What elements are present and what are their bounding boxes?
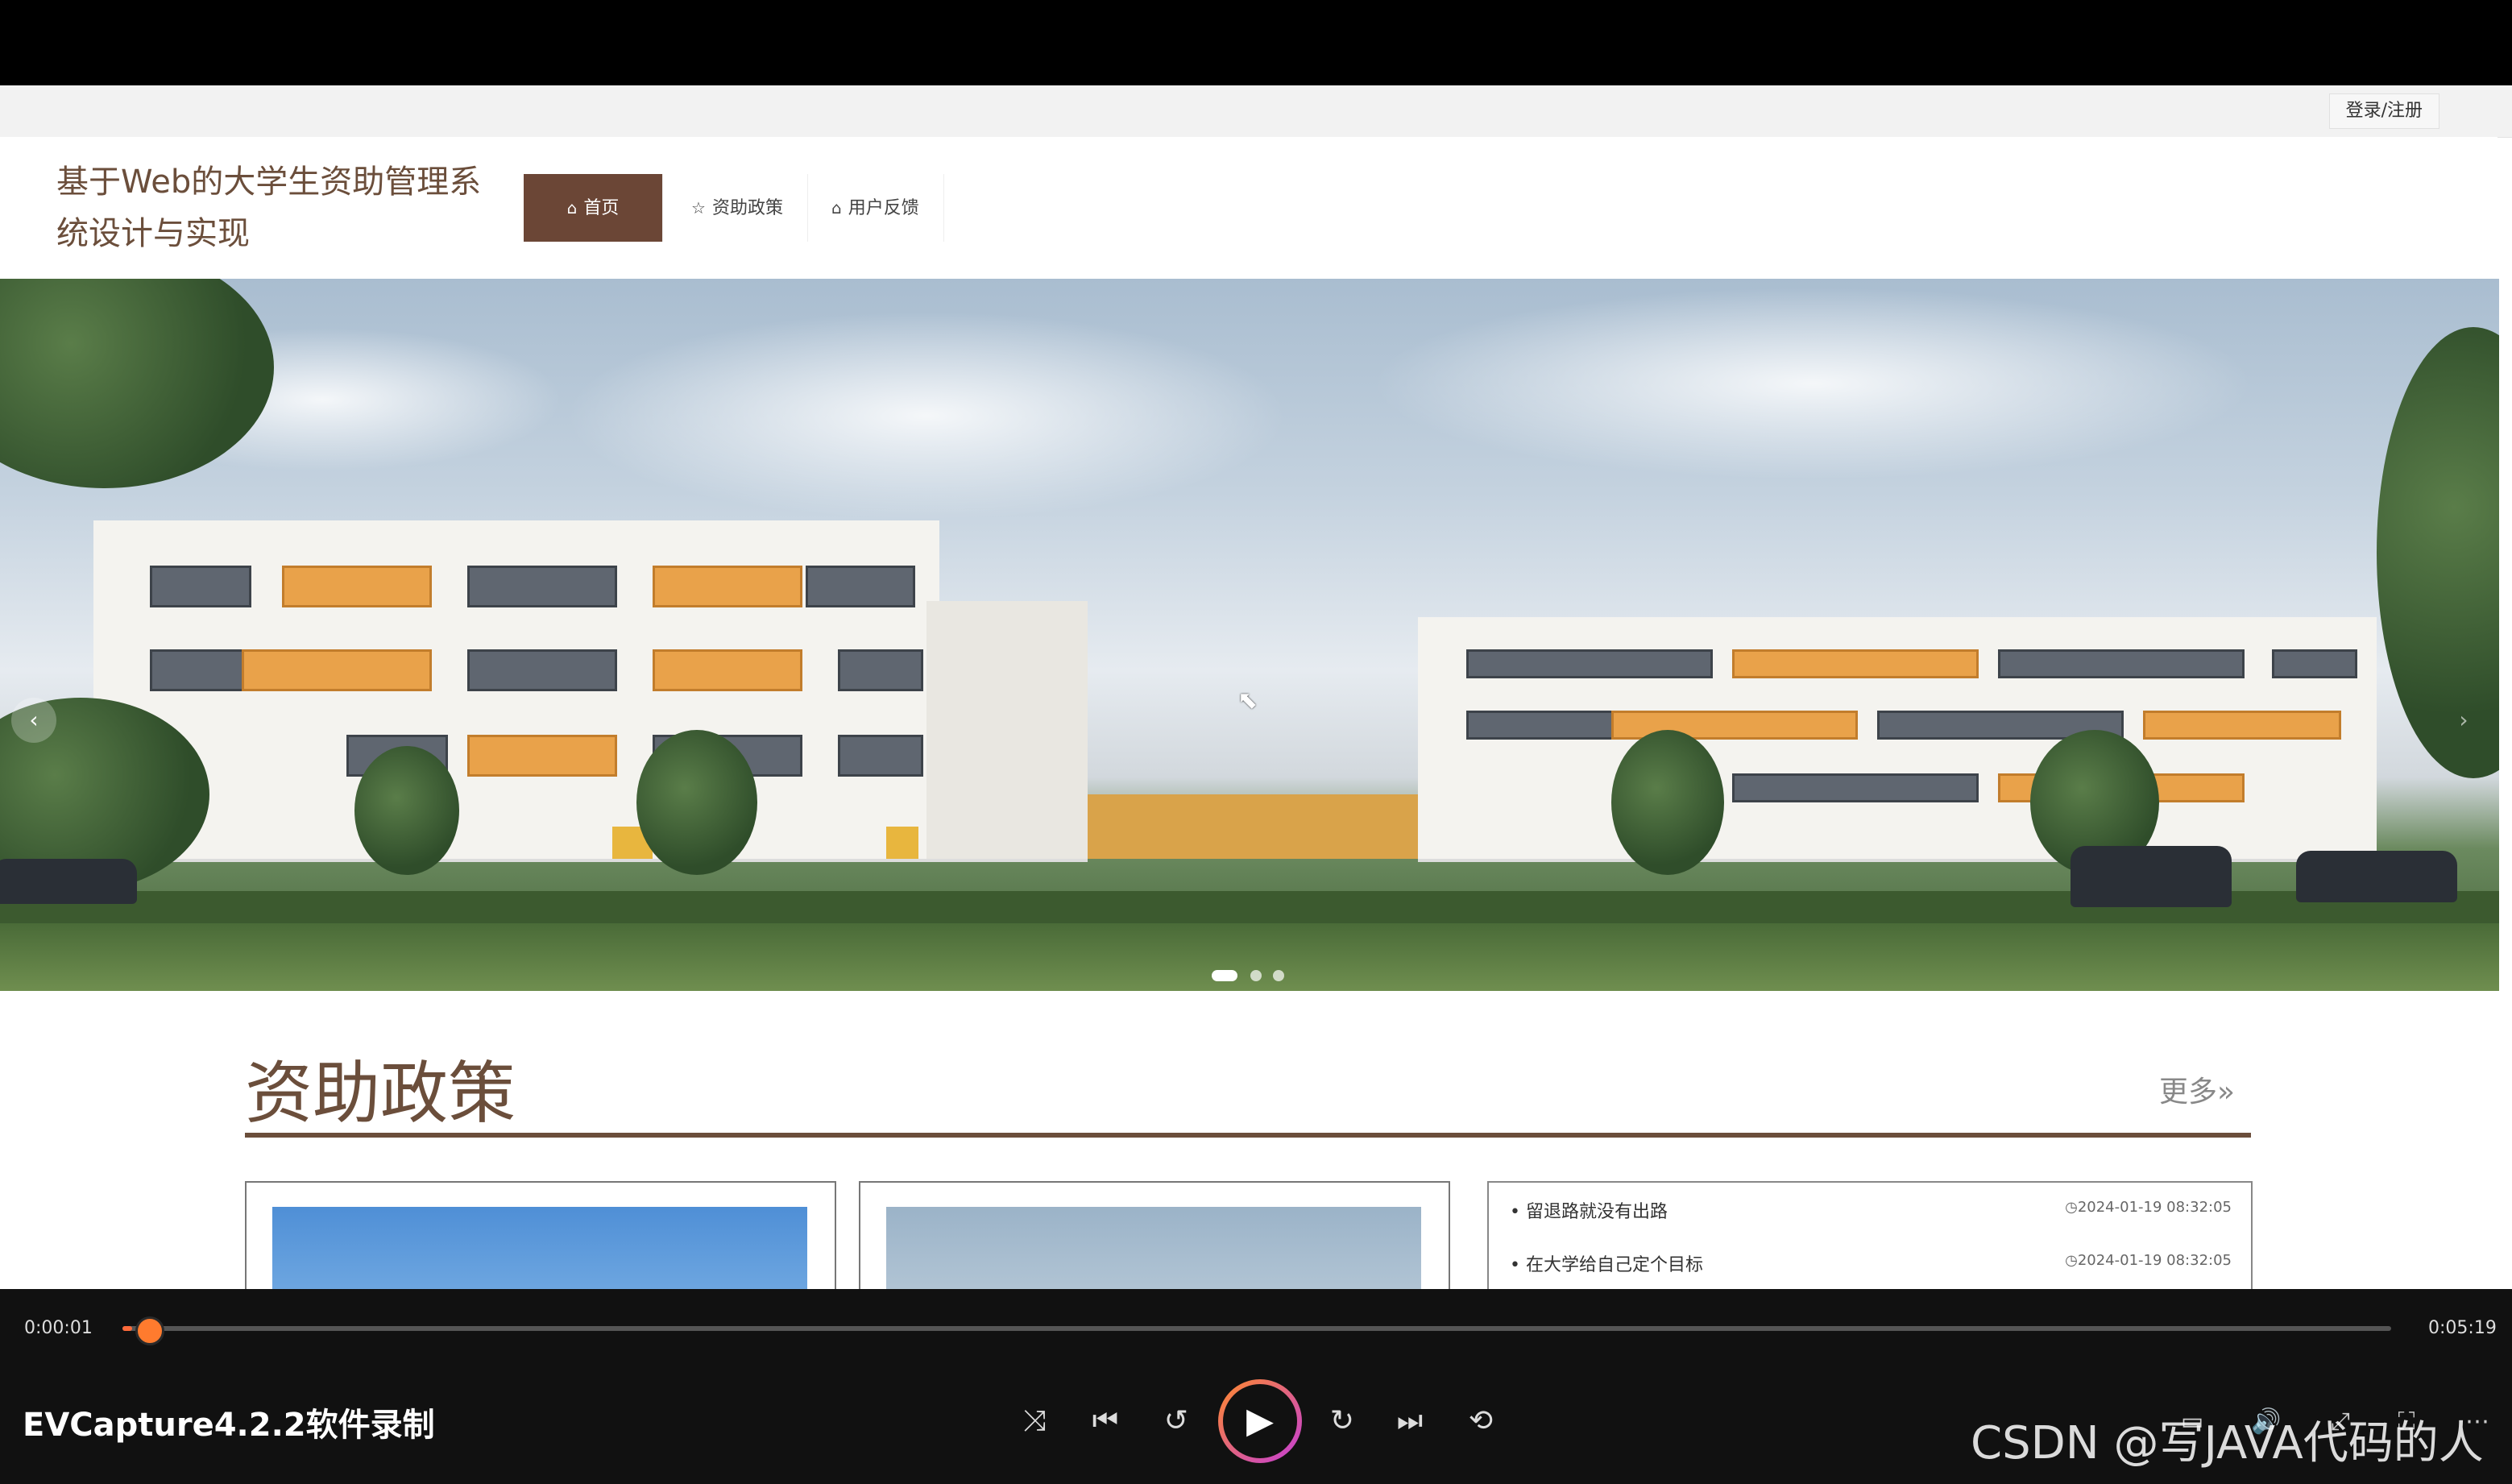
window — [150, 566, 251, 607]
site-header: 基于Web的大学生资助管理系统设计与实现 ⌂ 首页 ☆ 资助政策 ⌂ 用户反馈 — [0, 137, 2497, 279]
news-date-text: 2024-01-19 08:32:05 — [2077, 1199, 2232, 1216]
window — [1732, 773, 1979, 802]
lawn — [0, 923, 2499, 991]
window — [1998, 649, 2245, 678]
video-player-bar: 0:00:01 0:05:19 EVCapture4.2.2软件录制 ⤨ ⏮ ↺… — [0, 1289, 2512, 1484]
carousel-next-button[interactable]: › — [2441, 698, 2486, 743]
repeat-icon[interactable]: ⟲ — [1457, 1397, 1505, 1445]
yellow-panel — [886, 827, 918, 859]
policy-card[interactable] — [859, 1181, 1450, 1289]
forward-icon[interactable]: ↻ — [1318, 1397, 1366, 1445]
browser-page: 登录/注册 基于Web的大学生资助管理系统设计与实现 ⌂ 首页 ☆ 资助政策 ⌂ 用户… — [0, 85, 2512, 1289]
mouse-cursor-icon: ⬉ — [1237, 686, 1258, 715]
site-title: 基于Web的大学生资助管理系统设计与实现 — [56, 164, 482, 252]
nav-label: 用户反馈 — [848, 198, 919, 218]
home-icon: ⌂ — [566, 198, 578, 218]
nav-item-policy[interactable]: ☆ 资助政策 — [667, 174, 808, 242]
progress-knob[interactable] — [135, 1316, 164, 1345]
window — [653, 649, 802, 691]
car — [2071, 846, 2232, 907]
window — [467, 649, 617, 691]
tree — [354, 746, 459, 875]
section-title: 资助政策 — [245, 1054, 516, 1133]
star-icon: ☆ — [691, 198, 706, 218]
list-item[interactable]: • 留退路就没有出路 — [1510, 1197, 1668, 1223]
window — [653, 566, 802, 607]
progress-track[interactable] — [122, 1326, 2391, 1331]
list-item[interactable]: • 在大学给自己定个目标 — [1510, 1250, 1703, 1276]
lock-icon: ⌂ — [831, 198, 842, 218]
window — [1466, 649, 1713, 678]
policy-card[interactable] — [245, 1181, 836, 1289]
window — [282, 566, 432, 607]
hero-carousel[interactable]: ‹ › ⬉ — [0, 279, 2499, 991]
top-letterbox — [0, 0, 2512, 85]
play-icon: ▶ — [1246, 1400, 1274, 1441]
news-title: 留退路就没有出路 — [1525, 1202, 1668, 1222]
car — [2296, 851, 2457, 902]
carousel-dot[interactable] — [1250, 970, 1262, 981]
carousel-dot[interactable] — [1212, 970, 1237, 981]
play-button[interactable]: ▶ — [1218, 1379, 1302, 1463]
window — [467, 735, 617, 777]
car — [0, 859, 137, 904]
window — [467, 566, 617, 607]
skip-forward-icon[interactable]: ⏭ — [1386, 1397, 1434, 1445]
total-time: 0:05:19 — [2428, 1318, 2497, 1338]
section-divider — [245, 1133, 2251, 1138]
window — [150, 649, 251, 691]
more-link[interactable]: 更多» — [2159, 1068, 2235, 1110]
window — [838, 649, 923, 691]
recorder-label: EVCapture4.2.2软件录制 — [23, 1407, 435, 1444]
watermark: CSDN @写JAVA代码的人 — [1971, 1417, 2484, 1469]
news-date-text: 2024-01-19 08:32:05 — [2077, 1252, 2232, 1269]
card-image — [886, 1207, 1421, 1289]
top-strip: 登录/注册 — [0, 85, 2512, 138]
rewind-icon[interactable]: ↺ — [1152, 1397, 1200, 1445]
window — [806, 566, 915, 607]
news-date: ◷2024-01-19 08:32:05 — [2065, 1199, 2232, 1216]
window — [1732, 649, 1979, 678]
news-title: 在大学给自己定个目标 — [1525, 1255, 1703, 1275]
news-list: • 留退路就没有出路 ◷2024-01-19 08:32:05 • 在大学给自己… — [1487, 1181, 2253, 1289]
login-register-button[interactable]: 登录/注册 — [2328, 93, 2439, 129]
tree — [1611, 730, 1724, 875]
nav-label: 资助政策 — [711, 198, 783, 218]
window — [838, 735, 923, 777]
window — [2272, 649, 2357, 678]
skip-back-icon[interactable]: ⏮ — [1081, 1397, 1130, 1445]
window — [2143, 711, 2341, 740]
tree — [636, 730, 757, 875]
cloud — [1370, 287, 2256, 480]
current-time: 0:00:01 — [24, 1318, 93, 1338]
window — [242, 649, 432, 691]
nav-label: 首页 — [583, 198, 620, 218]
nav-item-home[interactable]: ⌂ 首页 — [524, 174, 663, 242]
news-date: ◷2024-01-19 08:32:05 — [2065, 1252, 2232, 1269]
card-image — [272, 1207, 807, 1289]
building-mid — [926, 601, 1088, 862]
cloud — [564, 311, 1289, 520]
nav-item-feedback[interactable]: ⌂ 用户反馈 — [807, 174, 944, 242]
carousel-dot[interactable] — [1273, 970, 1284, 981]
shuffle-icon[interactable]: ⤨ — [1010, 1397, 1059, 1445]
progress-fill — [122, 1326, 132, 1331]
carousel-prev-button[interactable]: ‹ — [11, 698, 56, 743]
